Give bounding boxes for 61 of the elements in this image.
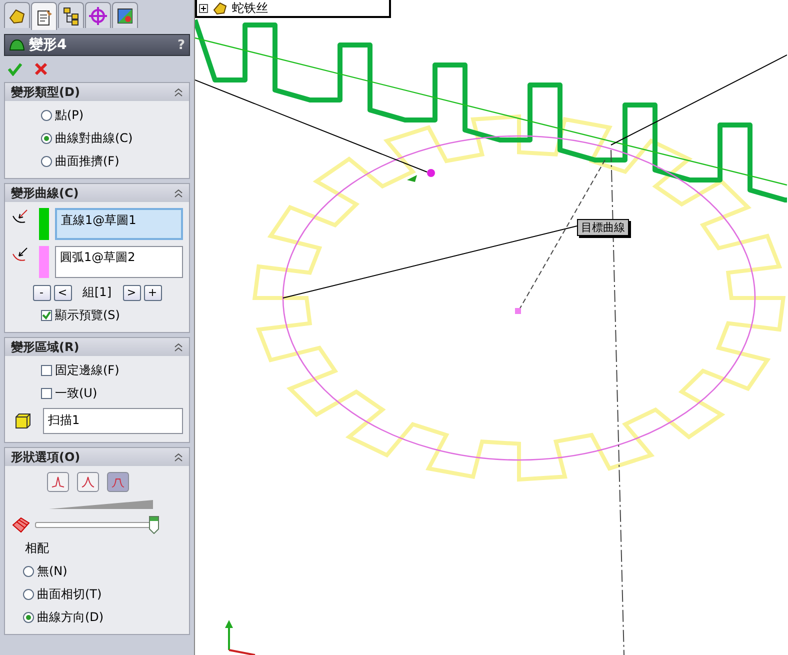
panel-tab[interactable] — [31, 2, 57, 30]
checkbox[interactable] — [41, 365, 52, 376]
match-label: 相配 — [24, 540, 50, 557]
radio-button[interactable] — [41, 156, 52, 167]
peak-icon — [111, 476, 125, 488]
tooltip: 目標曲線 — [577, 219, 629, 236]
checkbox-label: 一致(U) — [55, 385, 98, 402]
step-button[interactable]: < — [54, 284, 72, 300]
display-icon — [115, 6, 135, 26]
section-header[interactable]: 變形曲線(C) — [5, 184, 189, 202]
part-icon — [212, 1, 228, 15]
handle-point[interactable] — [427, 169, 435, 177]
shape-button[interactable] — [47, 472, 69, 492]
body-field[interactable]: 扫描1 — [43, 408, 183, 434]
curve-list[interactable]: 直線1@草圖1 — [55, 208, 183, 240]
section-header[interactable]: 變形類型(D) — [5, 83, 189, 101]
collapse-icon[interactable] — [174, 188, 183, 198]
option-label: 曲線方向(D) — [37, 609, 104, 626]
radio-button[interactable] — [23, 612, 34, 623]
panel-tab[interactable] — [112, 2, 138, 28]
collapse-icon[interactable] — [174, 88, 183, 96]
config-icon — [61, 6, 81, 26]
checkbox-label: 固定邊線(F) — [55, 362, 120, 379]
direction-arrow-icon — [407, 175, 417, 182]
section-header[interactable]: 變形區域(R) — [5, 338, 189, 356]
radio-button[interactable] — [41, 110, 52, 121]
option-label: 曲線對曲線(C) — [55, 130, 133, 147]
collapse-icon[interactable] — [174, 452, 183, 462]
option-label: 曲面相切(T) — [37, 586, 102, 603]
radio-button[interactable] — [23, 566, 34, 577]
checkbox[interactable] — [41, 388, 52, 399]
section-header[interactable]: 形狀選項(O) — [5, 448, 189, 466]
peak-icon — [81, 476, 95, 488]
step-button[interactable]: > — [122, 284, 140, 300]
expand-icon[interactable] — [199, 4, 208, 12]
option-label: 點(P) — [55, 107, 84, 124]
step-button[interactable]: - — [32, 284, 50, 300]
cube-icon — [15, 413, 31, 429]
shape-button[interactable] — [77, 472, 99, 492]
option-label: 無(N) — [37, 563, 68, 580]
group-label: 組[1] — [82, 284, 112, 301]
step-button[interactable]: + — [144, 284, 162, 300]
center-point — [515, 308, 521, 314]
radio-button[interactable] — [23, 589, 34, 600]
checkbox[interactable] — [41, 310, 52, 321]
slider-thumb[interactable] — [149, 516, 160, 534]
surface-icon — [11, 516, 31, 534]
panel-title-bar: 變形4 ? — [4, 34, 190, 56]
close-icon[interactable] — [34, 62, 48, 76]
tree-item[interactable]: 蛇铁丝 — [232, 0, 268, 16]
curve-list[interactable]: 圓弧1@草圖2 — [55, 246, 183, 278]
collapse-icon[interactable] — [174, 342, 183, 352]
panel-tab[interactable] — [4, 2, 30, 28]
peak-icon — [51, 476, 65, 488]
radio-button[interactable] — [41, 133, 52, 144]
panel-tab[interactable] — [58, 2, 84, 28]
target-icon — [88, 6, 108, 26]
checkbox-label: 顯示預覽(S) — [55, 307, 120, 324]
option-label: 曲面推擠(F) — [55, 153, 120, 170]
feature-icon — [9, 38, 25, 52]
axis-triad-drawing — [225, 620, 256, 655]
